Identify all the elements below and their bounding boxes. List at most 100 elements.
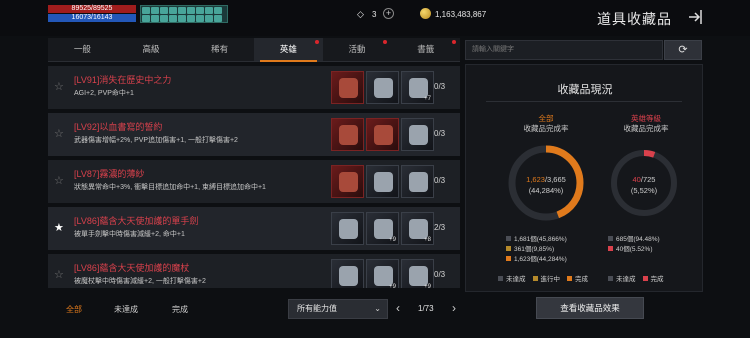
- hp-bar: 89525/89525: [48, 5, 136, 13]
- gold-coin-icon: [420, 8, 431, 19]
- all-key: 未達成 進行中 完成: [498, 273, 588, 283]
- tab-2[interactable]: 稀有: [185, 38, 254, 61]
- diamond-count: 3: [372, 10, 377, 19]
- equipment-slot-icon[interactable]: +9: [401, 259, 434, 288]
- list-item[interactable]: ☆ [LV87]霧濃的薄紗 狀態異常命中+3%, 衝擊目標追加命中+1, 束縛目標追…: [48, 160, 460, 203]
- filter-all[interactable]: 全部: [66, 304, 82, 315]
- category-tabs: 一般 高級 稀有 英雄 活動 書籤: [48, 38, 460, 62]
- ability-select[interactable]: 所有能力值 ⌄: [288, 299, 388, 319]
- mp-bar: 16073/16143: [48, 14, 136, 22]
- item-description: 狀態異常命中+3%, 衝擊目標追加命中+1, 束縛目標追加命中+1: [74, 184, 266, 191]
- equipment-slot-icon[interactable]: [401, 165, 434, 198]
- item-icons: +9 +9: [331, 259, 434, 288]
- buff-icons[interactable]: [140, 5, 228, 23]
- gold-amount: 1,163,483,867: [435, 10, 487, 19]
- equipment-slot-icon[interactable]: +9: [366, 259, 399, 288]
- favorite-star-icon[interactable]: ★: [54, 221, 64, 234]
- divider: [486, 101, 682, 102]
- list-item[interactable]: ☆ [LV92]以血書寫的誓約武器傷害增幅+2%, PVP追加傷害+1, 一般打擊…: [48, 113, 460, 156]
- item-icons: +9 +8: [331, 212, 434, 245]
- item-description: 被單手劍擊中時傷害減緩+2, 命中+1: [74, 231, 185, 238]
- item-count: 0/3: [434, 82, 446, 91]
- item-title: [LV86]蘊含大天使加護的魔杖: [74, 263, 190, 273]
- item-count: 0/3: [434, 176, 446, 185]
- tab-1[interactable]: 高級: [117, 38, 186, 61]
- item-icons: [331, 165, 434, 198]
- search-input[interactable]: 請輸入關鍵字: [465, 40, 663, 60]
- add-diamond-button[interactable]: +: [383, 8, 394, 19]
- item-count: 2/3: [434, 223, 446, 232]
- refresh-icon: ⟳: [678, 44, 688, 56]
- item-description: 被魔杖擊中時傷害減緩+2, 一般打擊傷害+2: [74, 278, 206, 285]
- equipment-slot-icon[interactable]: +9: [366, 212, 399, 245]
- legend-entry: 361個(9,85%): [506, 243, 554, 253]
- equipment-slot-icon[interactable]: [331, 71, 364, 104]
- refresh-button[interactable]: ⟳: [664, 40, 702, 60]
- top-bar: 89525/89525 16073/16143 ◇ 3 + 1,163,483,…: [0, 0, 750, 36]
- tab-3[interactable]: 英雄: [254, 38, 323, 62]
- collection-list: ☆ [LV91]消失在歷史中之力 AGI+2, PVP命中+1 +7 0/3 ☆ [LV92…: [48, 66, 460, 288]
- equipment-slot-icon[interactable]: +7: [401, 71, 434, 104]
- panel-title: 收藏品現況: [557, 84, 613, 96]
- legend-entry: 1,681個(45,866%): [506, 233, 567, 243]
- list-item[interactable]: ☆ [LV86]蘊含大天使加護的魔杖被魔杖擊中時傷害減緩+2, 一般打擊傷害+2 +…: [48, 254, 460, 288]
- hero-total: /725: [640, 175, 656, 184]
- equipment-slot-icon[interactable]: +8: [401, 212, 434, 245]
- item-icons: +7: [331, 71, 434, 104]
- notification-dot: [383, 40, 388, 44]
- item-icons: [331, 118, 434, 151]
- favorite-star-icon[interactable]: ☆: [54, 268, 64, 281]
- filter-incomplete[interactable]: 未達成: [114, 304, 138, 315]
- item-description: AGI+2, PVP命中+1: [74, 90, 134, 97]
- equipment-slot-icon[interactable]: [331, 259, 364, 288]
- legend-entry: 1,623個(44,284%): [506, 253, 567, 263]
- equipment-slot-icon[interactable]: [366, 118, 399, 151]
- notification-dot: [452, 40, 457, 44]
- view-collection-effects-button[interactable]: 查看收藏品效果: [536, 297, 644, 319]
- chevron-down-icon: ⌄: [374, 304, 381, 313]
- notification-dot: [314, 40, 319, 44]
- all-total: /3,665: [544, 175, 566, 184]
- ability-select-value: 所有能力值: [297, 304, 337, 313]
- prev-page-button[interactable]: ‹: [396, 301, 400, 315]
- item-title: [LV92]以血書寫的誓約: [74, 122, 163, 132]
- tab-label: 英雄: [279, 44, 297, 54]
- hero-value: 40: [632, 175, 641, 184]
- favorite-star-icon[interactable]: ☆: [54, 80, 64, 93]
- next-page-button[interactable]: ›: [452, 301, 456, 315]
- equipment-slot-icon[interactable]: [331, 165, 364, 198]
- all-percent: (44,284%): [528, 186, 564, 195]
- tab-label: 高級: [142, 44, 160, 54]
- hero-key: 未達成 完成: [608, 273, 664, 283]
- collection-status-panel: 收藏品現況 全部 收藏品完成率 英雄等級 收藏品完成率 1,623/3,665 …: [465, 64, 703, 292]
- tab-4[interactable]: 活動: [323, 38, 392, 61]
- bottom-bar: 全部 未達成 完成 所有能力值 ⌄ ‹ 1/73 ›: [48, 292, 460, 326]
- item-description: 武器傷害增幅+2%, PVP追加傷害+1, 一般打擊傷害+2: [74, 137, 238, 144]
- list-item[interactable]: ★ [LV86]蘊含大天使加護的單手劍 被單手劍擊中時傷害減緩+2, 命中+1 +9 +…: [48, 207, 460, 250]
- page-title: 道具收藏品: [597, 11, 672, 27]
- favorite-star-icon[interactable]: ☆: [54, 174, 64, 187]
- favorite-star-icon[interactable]: ☆: [54, 127, 64, 140]
- diamond-icon: ◇: [357, 9, 364, 19]
- equipment-slot-icon[interactable]: [366, 71, 399, 104]
- hero-sublabel: 收藏品完成率: [623, 124, 669, 133]
- equipment-slot-icon[interactable]: [331, 118, 364, 151]
- tab-label: 一般: [73, 44, 91, 54]
- hero-percent: (5,52%): [630, 186, 658, 195]
- item-count: 0/3: [434, 270, 446, 279]
- all-value: 1,623: [526, 175, 545, 184]
- list-item[interactable]: ☆ [LV91]消失在歷史中之力 AGI+2, PVP命中+1 +7 0/3: [48, 66, 460, 109]
- exit-icon[interactable]: [686, 8, 704, 26]
- tab-label: 活動: [348, 44, 366, 54]
- tab-5[interactable]: 書籤: [391, 38, 460, 61]
- item-count: 0/3: [434, 129, 446, 138]
- tab-0[interactable]: 一般: [48, 38, 117, 61]
- tab-label: 書籤: [417, 44, 435, 54]
- legend-entry: 40個(5.52%): [608, 243, 653, 253]
- legend-entry: 685個(94.48%): [608, 233, 660, 243]
- equipment-slot-icon[interactable]: [331, 212, 364, 245]
- equipment-slot-icon[interactable]: [401, 118, 434, 151]
- equipment-slot-icon[interactable]: [366, 165, 399, 198]
- tab-label: 稀有: [211, 44, 229, 54]
- filter-complete[interactable]: 完成: [172, 304, 188, 315]
